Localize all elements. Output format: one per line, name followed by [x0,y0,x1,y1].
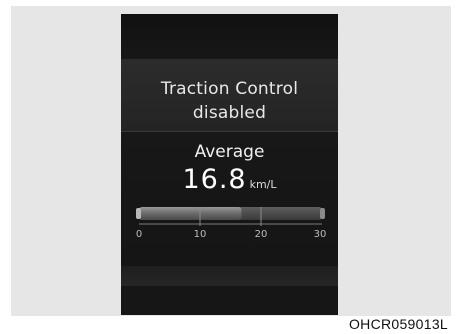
instrument-cluster-display: Traction Control disabled Average 16.8 km… [121,14,338,315]
gauge-left-cap [136,208,141,219]
figure-code-label: OHCR059013L [348,316,448,332]
gauge-tick-label: 0 [136,229,142,240]
average-value: 16.8 [182,164,247,195]
message-line-2: disabled [192,103,267,123]
message-line-1: Traction Control [160,79,299,99]
warning-message-panel: Traction Control disabled [121,59,338,132]
gauge-fill [139,207,242,220]
cluster-bottom-band [121,286,338,315]
average-label: Average [194,142,265,162]
gauge-tick-label: 20 [255,229,268,240]
gauge-tick-label: 10 [194,229,207,240]
fuel-economy-gauge: 0 10 20 30 [136,207,326,240]
gauge-right-cap [320,208,325,219]
average-unit: km/L [249,178,277,191]
cluster-top-strip [121,14,338,59]
cluster-lower-band [121,266,338,286]
gauge-tick-label: 30 [314,229,326,240]
average-fuel-economy: 16.8 km/L [121,164,338,195]
